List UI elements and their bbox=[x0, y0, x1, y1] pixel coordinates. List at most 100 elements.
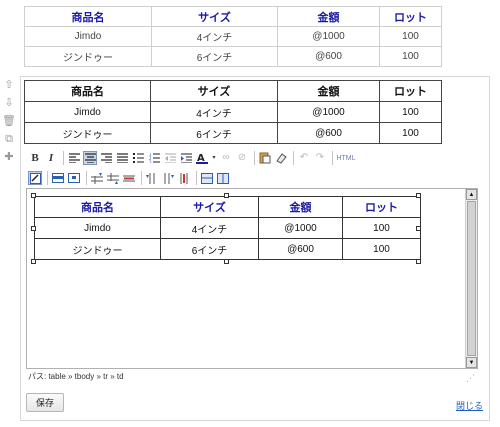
table-cell: ジンドゥー bbox=[24, 122, 151, 144]
toolbar-separator bbox=[293, 151, 294, 165]
table-header-cell[interactable]: 金額 bbox=[258, 196, 343, 218]
scrollbar-thumb[interactable] bbox=[467, 201, 476, 356]
insert-col-before-icon[interactable] bbox=[145, 171, 159, 185]
align-justify-icon[interactable] bbox=[115, 151, 129, 165]
table-cell: 6インチ bbox=[151, 46, 278, 67]
table-cell[interactable]: 6インチ bbox=[160, 238, 259, 260]
toolbar-separator bbox=[196, 171, 197, 185]
move-down-icon[interactable]: ⇩ bbox=[2, 96, 16, 111]
resize-grip-icon[interactable]: ⋰ bbox=[466, 373, 476, 383]
copy-icon[interactable]: ⧉ bbox=[2, 132, 16, 147]
move-up-icon[interactable]: ⇧ bbox=[2, 78, 16, 93]
resize-handle-bottom-center[interactable] bbox=[224, 259, 229, 264]
html-source-button[interactable]: HTML bbox=[336, 151, 356, 165]
align-center-icon[interactable] bbox=[83, 151, 97, 165]
edit-table[interactable]: 商品名 サイズ 金額 ロット Jimdo 4インチ @1000 100 ジンドゥ… bbox=[24, 80, 442, 144]
table-cell[interactable]: @600 bbox=[258, 238, 343, 260]
text-color-icon[interactable]: A bbox=[195, 151, 209, 165]
vertical-scrollbar[interactable]: ▲ ▼ bbox=[465, 189, 477, 368]
close-link[interactable]: 閉じる bbox=[456, 399, 483, 412]
toolbar-separator bbox=[63, 151, 64, 165]
table-header-cell: ロット bbox=[379, 80, 442, 102]
editor-toolbar-row-1: B I 123 A ▾ ∞ ⊘ ↶ ↷ HTML bbox=[28, 150, 358, 166]
table-row: ジンドゥー 6インチ @600 100 bbox=[24, 46, 442, 67]
redo-icon[interactable]: ↷ bbox=[313, 151, 327, 165]
table-header-cell: サイズ bbox=[150, 80, 278, 102]
resize-handle-top-center[interactable] bbox=[224, 193, 229, 198]
table-cell[interactable]: @1000 bbox=[258, 217, 343, 239]
table-cell: Jimdo bbox=[24, 26, 152, 47]
save-button[interactable]: 保存 bbox=[26, 393, 64, 412]
resize-handle-top-right[interactable] bbox=[416, 193, 421, 198]
numbered-list-icon[interactable]: 123 bbox=[147, 151, 161, 165]
element-path: パス: table » tbody » tr » td bbox=[28, 372, 124, 381]
table-header-cell: 金額 bbox=[277, 80, 380, 102]
cell-properties-icon[interactable] bbox=[67, 171, 81, 185]
link-icon[interactable]: ∞ bbox=[219, 151, 233, 165]
scroll-up-icon[interactable]: ▲ bbox=[466, 189, 477, 200]
insert-col-after-icon[interactable] bbox=[161, 171, 175, 185]
table-row: Jimdo 4インチ @1000 100 bbox=[24, 101, 442, 123]
editor-table[interactable]: 商品名 サイズ 金額 ロット Jimdo 4インチ @1000 100 ジンドゥ… bbox=[34, 196, 421, 260]
outdent-icon[interactable] bbox=[163, 151, 177, 165]
table-cell[interactable]: Jimdo bbox=[34, 217, 161, 239]
table-cell[interactable]: 4インチ bbox=[160, 217, 259, 239]
table-cell[interactable]: ジンドゥー bbox=[34, 238, 161, 260]
indent-icon[interactable] bbox=[179, 151, 193, 165]
rich-text-editor[interactable]: 商品名 サイズ 金額 ロット Jimdo 4インチ @1000 100 ジンドゥ… bbox=[26, 188, 478, 369]
resize-handle-top-left[interactable] bbox=[31, 193, 36, 198]
table-header-row: 商品名 サイズ 金額 ロット bbox=[34, 196, 421, 218]
table-cell: 4インチ bbox=[151, 26, 278, 47]
element-tools: ⇧ ⇩ 🗑 ⧉ ✚ bbox=[2, 78, 18, 168]
svg-text:3: 3 bbox=[149, 160, 152, 163]
resize-handle-bottom-left[interactable] bbox=[31, 259, 36, 264]
table-header-cell: サイズ bbox=[151, 6, 278, 27]
table-cell[interactable]: 100 bbox=[342, 238, 421, 260]
row-properties-icon[interactable] bbox=[51, 171, 65, 185]
align-left-icon[interactable] bbox=[67, 151, 81, 165]
table-cell: 100 bbox=[379, 46, 442, 67]
table-properties-icon[interactable] bbox=[28, 171, 42, 185]
delete-row-icon[interactable] bbox=[122, 171, 136, 185]
toolbar-separator bbox=[86, 171, 87, 185]
table-row: ジンドゥー 6インチ @600 100 bbox=[34, 238, 421, 260]
delete-icon[interactable]: 🗑 bbox=[2, 114, 16, 129]
resize-handle-middle-right[interactable] bbox=[416, 226, 421, 231]
add-icon[interactable]: ✚ bbox=[2, 150, 16, 165]
split-cells-icon[interactable] bbox=[216, 171, 230, 185]
table-header-cell[interactable]: 商品名 bbox=[34, 196, 161, 218]
undo-icon[interactable]: ↶ bbox=[297, 151, 311, 165]
table-cell[interactable]: 100 bbox=[342, 217, 421, 239]
table-header-cell[interactable]: サイズ bbox=[160, 196, 259, 218]
table-cell: @600 bbox=[277, 46, 380, 67]
align-right-icon[interactable] bbox=[99, 151, 113, 165]
table-header-cell[interactable]: ロット bbox=[342, 196, 421, 218]
unlink-icon[interactable]: ⊘ bbox=[235, 151, 249, 165]
resize-handle-bottom-right[interactable] bbox=[416, 259, 421, 264]
paste-icon[interactable] bbox=[258, 151, 272, 165]
italic-button[interactable]: I bbox=[44, 151, 58, 165]
table-cell: 4インチ bbox=[150, 101, 278, 123]
text-color-dropdown-icon[interactable]: ▾ bbox=[211, 151, 217, 165]
merge-cells-icon[interactable] bbox=[200, 171, 214, 185]
table-cell: @1000 bbox=[277, 26, 380, 47]
table-cell: 100 bbox=[379, 101, 442, 123]
table-header-cell: ロット bbox=[379, 6, 442, 27]
bullet-list-icon[interactable] bbox=[131, 151, 145, 165]
table-header-cell: 商品名 bbox=[24, 80, 151, 102]
table-cell: ジンドゥー bbox=[24, 46, 152, 67]
toolbar-separator bbox=[332, 151, 333, 165]
editor-toolbar-row-2 bbox=[28, 170, 232, 186]
insert-row-before-icon[interactable] bbox=[90, 171, 104, 185]
delete-col-icon[interactable] bbox=[177, 171, 191, 185]
bold-button[interactable]: B bbox=[28, 151, 42, 165]
table-row: ジンドゥー 6インチ @600 100 bbox=[24, 122, 442, 144]
preview-table: 商品名 サイズ 金額 ロット Jimdo 4インチ @1000 100 ジンドゥ… bbox=[24, 6, 442, 67]
scroll-down-icon[interactable]: ▼ bbox=[466, 357, 477, 368]
table-header-row: 商品名 サイズ 金額 ロット bbox=[24, 80, 442, 102]
toolbar-separator bbox=[47, 171, 48, 185]
eraser-icon[interactable] bbox=[274, 151, 288, 165]
insert-row-after-icon[interactable] bbox=[106, 171, 120, 185]
resize-handle-middle-left[interactable] bbox=[31, 226, 36, 231]
toolbar-separator bbox=[141, 171, 142, 185]
